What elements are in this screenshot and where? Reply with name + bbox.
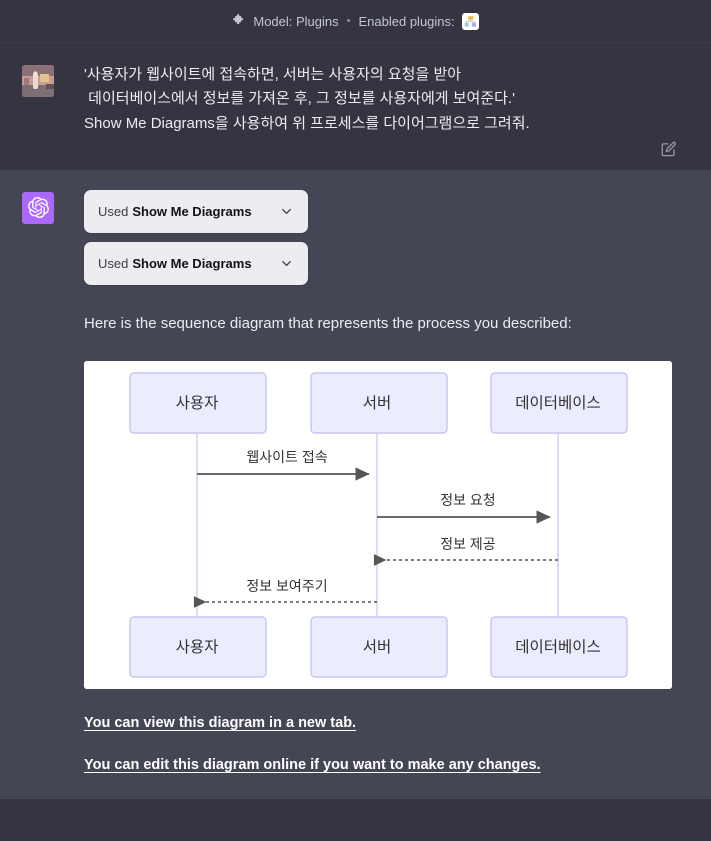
- svg-text:데이터베이스: 데이터베이스: [515, 394, 601, 412]
- svg-text:사용자: 사용자: [176, 638, 219, 656]
- model-header-bar: Model: Plugins • Enabled plugins:: [0, 0, 711, 43]
- assistant-message-body: Used Show Me Diagrams Used Show Me Diagr…: [62, 189, 689, 773]
- participant-box-top-1: 사용자: [129, 372, 267, 435]
- participant-box-bottom-3: 데이터베이스: [490, 616, 628, 679]
- view-diagram-new-tab-link[interactable]: You can view this diagram in a new tab.: [84, 715, 689, 731]
- user-message-body: '사용자가 웹사이트에 접속하면, 서버는 사용자의 요청을 받아 데이터베이스…: [62, 63, 689, 136]
- participant-box-top-2: 서버: [310, 372, 448, 435]
- openai-logo-icon: [22, 191, 54, 224]
- plugin-name-label-1: Show Me Diagrams: [132, 203, 252, 219]
- user-avatar-column: [22, 63, 62, 136]
- user-photo-avatar: [22, 65, 54, 97]
- svg-text:사용자: 사용자: [176, 394, 219, 412]
- plugin-used-label-2: Used: [98, 255, 129, 271]
- diagram-links: You can view this diagram in a new tab. …: [84, 715, 689, 773]
- svg-text:정보 보여주기: 정보 보여주기: [246, 578, 327, 594]
- participant-box-bottom-1: 사용자: [129, 616, 267, 679]
- participant-box-top-3: 데이터베이스: [490, 372, 628, 435]
- user-message-text: '사용자가 웹사이트에 접속하면, 서버는 사용자의 요청을 받아 데이터베이스…: [84, 66, 530, 132]
- plugin-used-label-1: Used: [98, 203, 129, 219]
- plugin-name-label-2: Show Me Diagrams: [132, 255, 252, 271]
- assistant-intro-text: Here is the sequence diagram that repres…: [84, 314, 572, 332]
- header-separator: •: [346, 14, 351, 27]
- puzzle-piece-icon: [232, 13, 246, 30]
- chevron-down-icon[interactable]: [279, 204, 294, 219]
- sequence-diagram-svg: 사용자 서버 데이터베이스 웹사이트 접속 정보 요청 정보 제공 정보 보여주…: [84, 361, 672, 690]
- svg-text:서버: 서버: [363, 394, 392, 412]
- svg-text:정보 제공: 정보 제공: [440, 536, 496, 552]
- edit-pencil-square-icon[interactable]: [657, 139, 679, 161]
- user-message-block: '사용자가 웹사이트에 접속하면, 서버는 사용자의 요청을 받아 데이터베이스…: [0, 43, 711, 170]
- plugin-call-pill-1[interactable]: Used Show Me Diagrams: [84, 189, 308, 233]
- svg-text:웹사이트 접속: 웹사이트 접속: [246, 449, 327, 465]
- assistant-avatar-column: [22, 190, 62, 774]
- plugin-call-pill-2[interactable]: Used Show Me Diagrams: [84, 241, 308, 285]
- assistant-message-block: Used Show Me Diagrams Used Show Me Diagr…: [0, 169, 711, 800]
- chevron-down-icon[interactable]: [279, 256, 294, 271]
- svg-text:데이터베이스: 데이터베이스: [515, 638, 601, 656]
- svg-text:정보 요청: 정보 요청: [440, 492, 495, 508]
- show-me-diagrams-plugin-icon[interactable]: [461, 12, 479, 30]
- svg-text:서버: 서버: [363, 638, 392, 656]
- edit-diagram-online-link[interactable]: You can edit this diagram online if you …: [84, 757, 689, 773]
- model-label: Model: Plugins: [253, 13, 339, 29]
- enabled-plugins-label: Enabled plugins:: [358, 13, 455, 29]
- sequence-diagram-image[interactable]: 사용자 서버 데이터베이스 웹사이트 접속 정보 요청 정보 제공 정보 보여주…: [84, 361, 672, 690]
- participant-box-bottom-2: 서버: [310, 616, 448, 679]
